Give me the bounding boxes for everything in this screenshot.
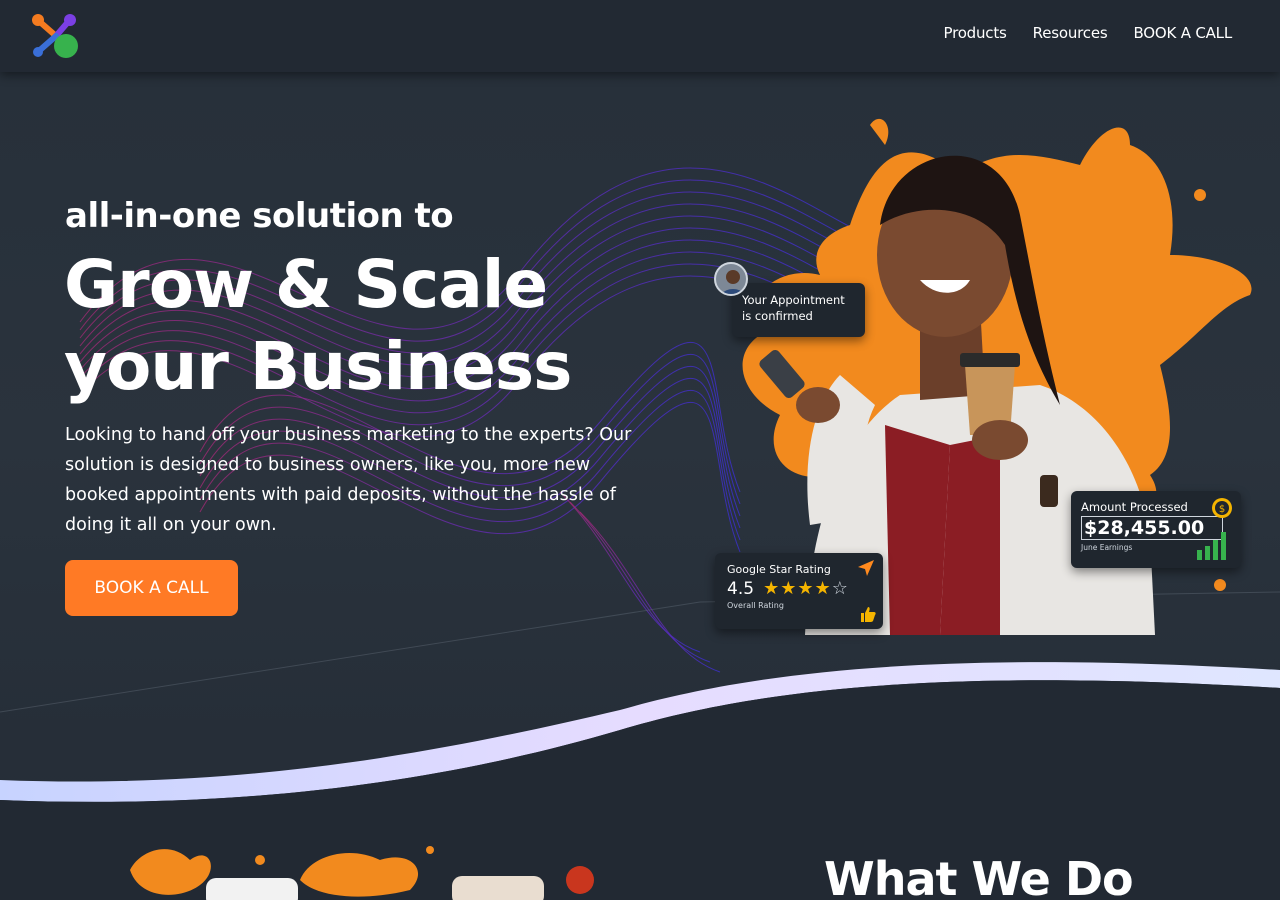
site-header: Products Resources BOOK A CALL xyxy=(0,0,1280,72)
navigation-arrow-icon xyxy=(858,560,874,576)
avatar xyxy=(714,262,748,296)
nav-book-a-call[interactable]: BOOK A CALL xyxy=(1133,24,1232,42)
headline-line-1: Grow & Scale xyxy=(64,246,548,323)
star-rating-icon: ★★★★☆ xyxy=(763,578,849,599)
book-call-button[interactable]: BOOK A CALL xyxy=(65,560,238,616)
nav-resources[interactable]: Resources xyxy=(1033,24,1108,42)
bar-growth-icon xyxy=(1197,532,1226,560)
svg-text:$: $ xyxy=(1219,504,1225,515)
rating-caption: Overall Rating xyxy=(727,601,784,610)
money-badge-icon: $ xyxy=(1212,498,1232,518)
appointment-card: Your Appointment is confirmed xyxy=(732,283,865,337)
headline-line-2: your Business xyxy=(64,328,572,405)
section-title: What We Do xyxy=(824,852,1134,900)
thumbs-up-icon xyxy=(861,607,876,622)
rating-title: Google Star Rating xyxy=(727,563,831,576)
rating-value: 4.5 xyxy=(727,579,755,599)
appointment-line-2: is confirmed xyxy=(742,309,813,323)
hero-headline: Grow & Scale your Business xyxy=(64,244,624,408)
rating-card: Google Star Rating 4.5 ★★★★☆ Overall Rat… xyxy=(715,553,883,629)
appointment-line-1: Your Appointment xyxy=(742,293,845,307)
amount-card: Amount Processed $28,455.00 June Earning… xyxy=(1071,491,1241,568)
bottom-splash-art xyxy=(130,846,594,900)
swoosh-divider xyxy=(0,662,1280,820)
brand-logo-icon[interactable] xyxy=(28,8,84,64)
nav-products[interactable]: Products xyxy=(943,24,1006,42)
main-nav: Products Resources BOOK A CALL xyxy=(943,24,1232,42)
amount-title: Amount Processed xyxy=(1081,500,1188,514)
hero-kicker: all-in-one solution to xyxy=(65,196,454,236)
hero-description: Looking to hand off your business market… xyxy=(65,425,632,535)
